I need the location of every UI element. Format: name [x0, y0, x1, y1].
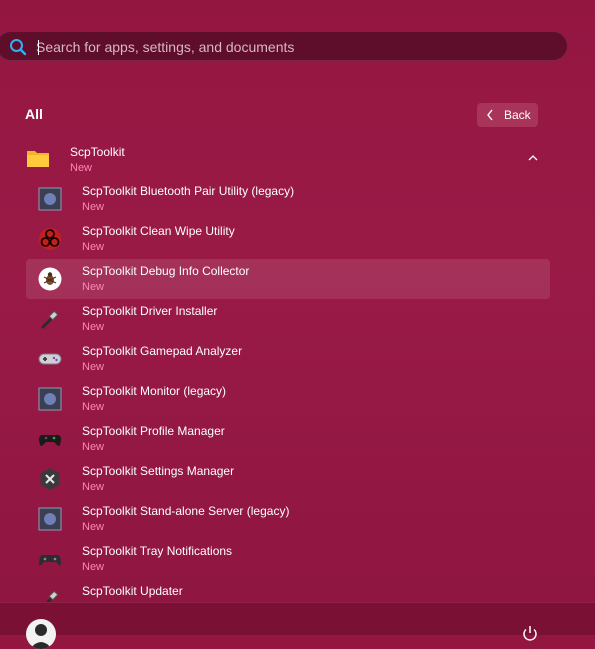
chevron-left-icon [487, 109, 493, 121]
new-badge: New [82, 321, 105, 333]
xbox-controller-icon [39, 435, 61, 446]
app-list: ScpToolkit Bluetooth Pair Utility (legac… [26, 179, 550, 619]
new-badge: New [82, 521, 105, 533]
app-item-settings-manager[interactable]: ScpToolkit Settings Manager New [26, 459, 550, 499]
app-name: ScpToolkit Bluetooth Pair Utility (legac… [82, 184, 295, 198]
text-caret [38, 40, 39, 55]
app-name: ScpToolkit Updater [82, 584, 183, 598]
legacy-app-icon [38, 387, 62, 411]
all-apps-heading: All [25, 106, 43, 122]
app-item-tray-notifications[interactable]: ScpToolkit Tray Notifications New [26, 539, 550, 579]
app-name: ScpToolkit Gamepad Analyzer [82, 344, 243, 358]
usb-plug-icon [41, 310, 59, 329]
app-name: ScpToolkit Settings Manager [82, 464, 235, 478]
avatar[interactable] [26, 619, 56, 649]
app-name: ScpToolkit Monitor (legacy) [82, 384, 227, 398]
user-icon [30, 624, 52, 649]
biohazard-icon [39, 228, 61, 250]
new-badge: New [70, 162, 93, 174]
app-item-driver-installer[interactable]: ScpToolkit Driver Installer New [26, 299, 550, 339]
app-item-debug-info-collector[interactable]: ScpToolkit Debug Info Collector New [26, 259, 550, 299]
settings-tools-icon [40, 468, 60, 490]
snes-controller-icon [38, 353, 62, 365]
app-name: ScpToolkit Driver Installer [82, 304, 218, 318]
app-item-clean-wipe-utility[interactable]: ScpToolkit Clean Wipe Utility New [26, 219, 550, 259]
legacy-app-icon [38, 187, 62, 211]
ps-controller-icon [39, 555, 61, 566]
app-name: ScpToolkit Debug Info Collector [82, 264, 250, 278]
new-badge: New [82, 401, 105, 413]
app-item-gamepad-analyzer[interactable]: ScpToolkit Gamepad Analyzer New [26, 339, 550, 379]
folder-icon [27, 151, 49, 167]
new-badge: New [82, 201, 105, 213]
new-badge: New [82, 441, 105, 453]
power-icon[interactable] [521, 625, 539, 643]
new-badge: New [82, 481, 105, 493]
back-button[interactable]: Back [477, 103, 538, 127]
app-group-scptoolkit[interactable]: ScpToolkit New [26, 142, 550, 178]
search-box[interactable] [0, 31, 568, 61]
app-item-stand-alone-server[interactable]: ScpToolkit Stand-alone Server (legacy) N… [26, 499, 550, 539]
legacy-app-icon [38, 507, 62, 531]
search-icon [10, 39, 27, 56]
app-name: ScpToolkit Clean Wipe Utility [82, 224, 235, 238]
bug-icon [38, 267, 62, 291]
new-badge: New [82, 241, 105, 253]
chevron-up-icon[interactable] [528, 154, 538, 161]
back-button-label: Back [504, 108, 531, 122]
app-name: ScpToolkit Profile Manager [82, 424, 225, 438]
app-name: ScpToolkit Tray Notifications [82, 544, 233, 558]
app-item-monitor-legacy[interactable]: ScpToolkit Monitor (legacy) New [26, 379, 550, 419]
app-item-profile-manager[interactable]: ScpToolkit Profile Manager New [26, 419, 550, 459]
start-footer [0, 602, 595, 649]
new-badge: New [82, 361, 105, 373]
search-input[interactable] [34, 33, 538, 61]
app-item-bluetooth-pair-utility[interactable]: ScpToolkit Bluetooth Pair Utility (legac… [26, 179, 550, 219]
app-name: ScpToolkit Stand-alone Server (legacy) [82, 504, 290, 518]
group-name: ScpToolkit [70, 145, 125, 159]
new-badge: New [82, 561, 105, 573]
new-badge: New [82, 281, 105, 293]
